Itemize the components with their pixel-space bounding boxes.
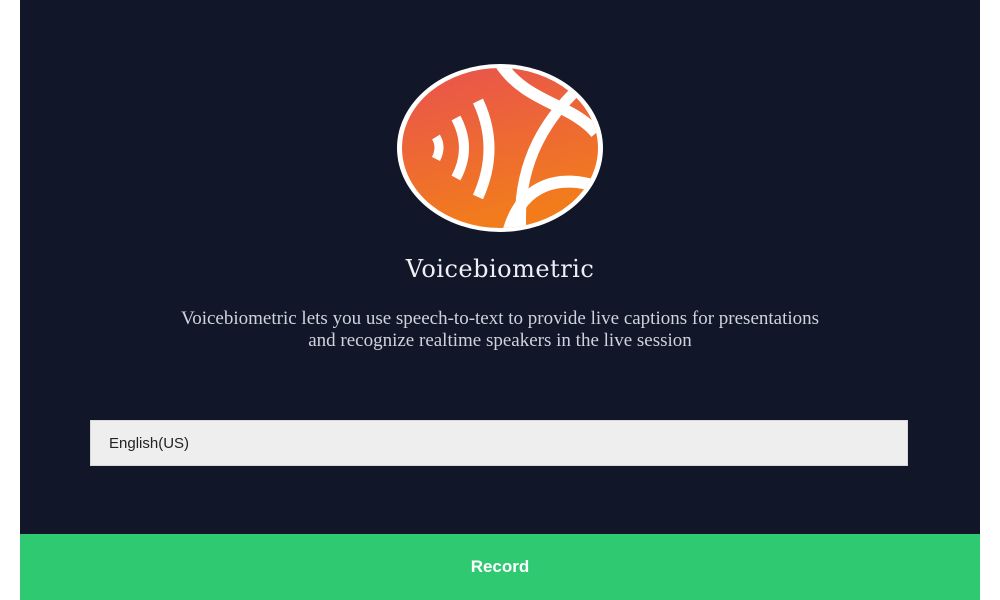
- description-line-1: Voicebiometric lets you use speech-to-te…: [180, 308, 820, 329]
- language-select-value: English(US): [109, 434, 190, 452]
- description-line-2: and recognize realtime speakers in the l…: [308, 330, 692, 351]
- app-description: Voicebiometric lets you use speech-to-te…: [80, 308, 920, 352]
- app-window: Voicebiometric Voicebiometric lets you u…: [20, 0, 980, 600]
- app-title: Voicebiometric: [405, 255, 595, 283]
- voicebiometric-logo-icon: [396, 63, 604, 233]
- record-button[interactable]: Record: [20, 534, 980, 600]
- language-select[interactable]: English(US): [90, 420, 908, 466]
